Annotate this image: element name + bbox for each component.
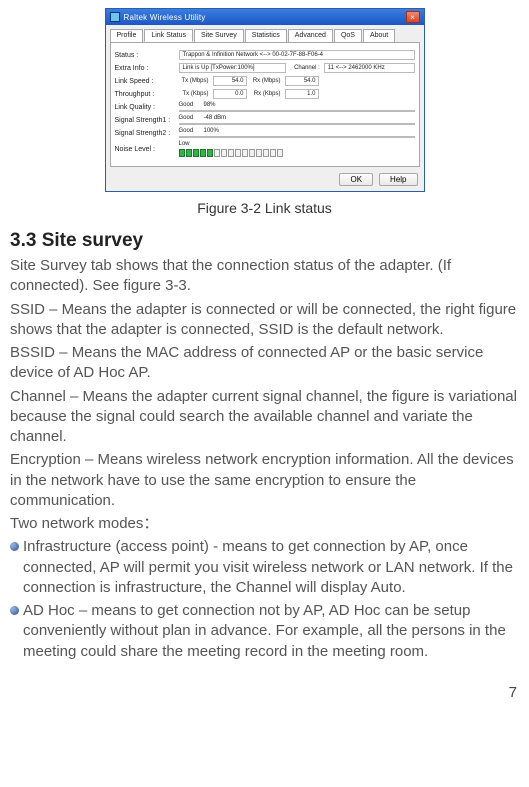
label-link-quality: Link Quality : — [115, 104, 175, 111]
window-title: Raltek Wireless Utility — [124, 13, 206, 22]
signal1-bar — [179, 123, 415, 125]
value-rx-kbps: 1.0 — [285, 89, 319, 99]
close-button[interactable]: × — [406, 11, 420, 23]
app-icon — [110, 12, 120, 22]
label-rx-kbps: Rx (Kbps) — [251, 91, 281, 97]
tab-bar: Profile Link Status Site Survey Statisti… — [106, 25, 424, 42]
bullet-icon — [10, 542, 19, 551]
value-status: Trappon & Infinition Network <--> 00-02-… — [179, 50, 415, 60]
label-link-speed: Link Speed : — [115, 78, 175, 85]
tab-profile[interactable]: Profile — [110, 29, 144, 42]
signal2-tag: Good — [179, 128, 201, 134]
signal2-bar — [179, 136, 415, 138]
close-icon: × — [410, 13, 415, 22]
tab-statistics[interactable]: Statistics — [245, 29, 287, 42]
bullet-infrastructure: Infrastructure (access point) - means to… — [10, 537, 519, 598]
tab-site-survey[interactable]: Site Survey — [194, 29, 244, 42]
para-ssid: SSID – Means the adapter is connected or… — [10, 300, 519, 341]
tab-about[interactable]: About — [363, 29, 395, 42]
panel-link-status: Status : Trappon & Infinition Network <-… — [110, 42, 420, 167]
figure-block: Raltek Wireless Utility × Profile Link S… — [8, 8, 521, 216]
para-intro: Site Survey tab shows that the connectio… — [10, 256, 519, 297]
label-throughput: Throughput : — [115, 91, 175, 98]
figure-caption: Figure 3-2 Link status — [197, 200, 332, 216]
titlebar: Raltek Wireless Utility × — [106, 9, 424, 25]
value-tx-kbps: 0.0 — [213, 89, 247, 99]
help-button[interactable]: Help — [379, 173, 417, 186]
signal2-text: 100% — [204, 128, 230, 134]
tab-link-status[interactable]: Link Status — [144, 29, 193, 42]
noise-blocks — [179, 149, 415, 157]
label-tx-kbps: Tx (Kbps) — [179, 91, 209, 97]
signal1-tag: Good — [179, 115, 201, 121]
quality-tag: Good — [179, 102, 201, 108]
value-channel: 11 <--> 2462000 KHz — [324, 63, 415, 73]
label-status: Status : — [115, 52, 175, 59]
value-rx-mbps: 54.0 — [285, 76, 319, 86]
quality-text: 98% — [204, 102, 230, 108]
tab-qos[interactable]: QoS — [334, 29, 362, 42]
ok-button[interactable]: OK — [339, 173, 373, 186]
noise-tag: Low — [179, 141, 201, 147]
section-heading: 3.3 Site survey — [10, 230, 521, 252]
para-channel: Channel – Means the adapter current sign… — [10, 387, 519, 448]
value-extra-info: Link is Up [TxPower:100%] — [179, 63, 286, 73]
value-tx-mbps: 54.0 — [213, 76, 247, 86]
label-rx-mbps: Rx (Mbps) — [251, 78, 281, 84]
para-bssid: BSSID – Means the MAC address of connect… — [10, 343, 519, 384]
app-footer: OK Help — [106, 170, 424, 191]
label-extra-info: Extra Info : — [115, 65, 175, 72]
quality-bar — [179, 110, 415, 112]
tab-advanced[interactable]: Advanced — [288, 29, 333, 42]
para-modes: Two network modes： — [10, 514, 519, 534]
label-signal-2: Signal Strength2 : — [115, 130, 175, 137]
bullet-adhoc-text: AD Hoc – means to get connection not by … — [23, 601, 519, 662]
para-encryption: Encryption – Means wireless network encr… — [10, 450, 519, 511]
label-tx-mbps: Tx (Mbps) — [179, 78, 209, 84]
app-window: Raltek Wireless Utility × Profile Link S… — [105, 8, 425, 192]
bullet-adhoc: AD Hoc – means to get connection not by … — [10, 601, 519, 662]
label-channel: Channel : — [290, 65, 320, 71]
label-signal-1: Signal Strength1 : — [115, 117, 175, 124]
page-number: 7 — [8, 684, 521, 701]
bullet-infrastructure-text: Infrastructure (access point) - means to… — [23, 537, 519, 598]
bullet-icon — [10, 606, 19, 615]
label-noise: Noise Level : — [115, 146, 175, 153]
signal1-text: -48 dBm — [204, 115, 238, 121]
